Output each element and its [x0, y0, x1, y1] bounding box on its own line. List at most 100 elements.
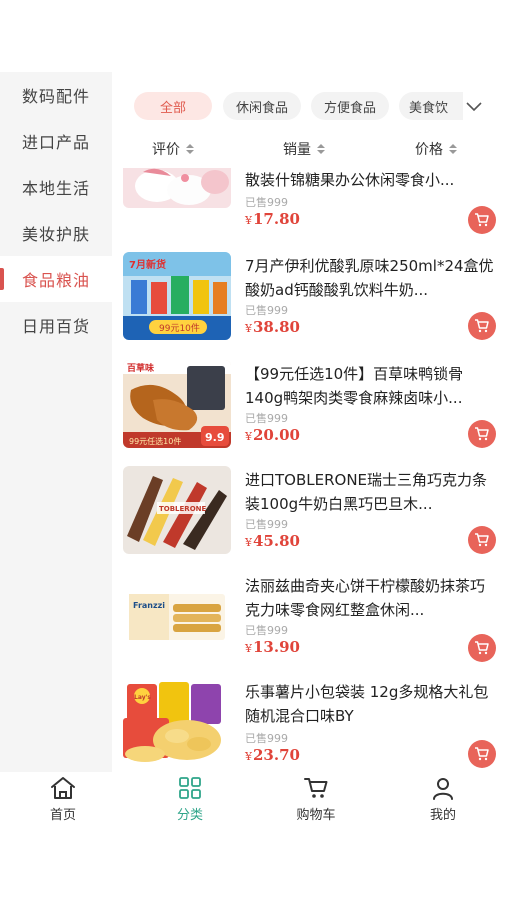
price-value: 23.70	[253, 746, 300, 764]
price-value: 17.80	[253, 210, 300, 228]
price-value: 20.00	[253, 426, 300, 444]
product-item[interactable]: 7月新货 99元10件 7月产伊利优酸乳原味250ml*24盒优酸奶ad钙酸酸乳…	[112, 252, 507, 352]
expand-tabs-button[interactable]	[463, 96, 485, 118]
sidebar-item-label: 本地生活	[21, 179, 90, 198]
sidebar-item-daily-goods[interactable]: 日用百货	[0, 302, 112, 348]
sort-arrows-icon	[317, 143, 325, 155]
price-value: 45.80	[253, 532, 300, 550]
cart-icon	[475, 213, 489, 227]
tab-all[interactable]: 全部	[134, 92, 212, 120]
sidebar-item-imported[interactable]: 进口产品	[0, 118, 112, 164]
product-item[interactable]: TOBLERONE 进口TOBLERONE瑞士三角巧克力条装100g牛奶白黑巧巴…	[112, 466, 507, 566]
add-to-cart-button[interactable]	[468, 634, 496, 662]
sidebar-item-food[interactable]: 食品粮油	[0, 256, 112, 302]
product-title: 进口TOBLERONE瑞士三角巧克力条装100g牛奶白黑巧巴旦木...	[245, 471, 488, 513]
cart-icon	[475, 641, 489, 655]
tab-label: 首页	[49, 808, 76, 823]
sidebar-item-digital[interactable]: 数码配件	[0, 72, 112, 118]
product-title: 散装什锦糖果办公休闲零食小...	[245, 171, 455, 189]
product-image-candy	[123, 168, 231, 208]
sidebar-item-label: 食品粮油	[21, 271, 90, 290]
sort-by-rating[interactable]: 评价	[152, 139, 194, 159]
yili-tag-text: 7月新货	[129, 258, 166, 271]
product-item[interactable]: Franzzi 法丽兹曲奇夹心饼干柠檬酸奶抹茶巧克力味零食网红整盒休闲... 已…	[112, 572, 507, 672]
add-to-cart-button[interactable]	[468, 206, 496, 234]
add-to-cart-button[interactable]	[468, 740, 496, 768]
sort-label: 评价	[152, 142, 180, 158]
sort-label: 销量	[283, 142, 311, 158]
product-sold-count: 已售999	[245, 732, 288, 745]
tab-category[interactable]: 分类	[145, 776, 235, 823]
product-sold-count: 已售999	[245, 624, 288, 637]
product-image-toblerone: TOBLERONE	[123, 466, 231, 554]
tab-label: 我的	[429, 808, 456, 823]
product-sold-count: 已售999	[245, 196, 288, 209]
currency-symbol: ¥	[245, 214, 252, 227]
baicao-banner-text: 99元任选10件	[129, 436, 181, 446]
baicao-brand-text: 百草味	[127, 362, 154, 374]
currency-symbol: ¥	[245, 536, 252, 549]
sidebar-item-label: 数码配件	[21, 87, 90, 106]
product-price: ¥17.80	[245, 210, 300, 228]
add-to-cart-button[interactable]	[468, 420, 496, 448]
baicao-price-tag: 9.9	[205, 431, 225, 444]
tab-food-drink[interactable]: 美食饮	[399, 92, 463, 120]
sort-by-sales[interactable]: 销量	[283, 139, 325, 159]
product-title: 法丽兹曲奇夹心饼干柠檬酸奶抹茶巧克力味零食网红整盒休闲...	[245, 577, 486, 619]
tab-profile[interactable]: 我的	[398, 776, 488, 823]
product-sold-count: 已售999	[245, 412, 288, 425]
cart-icon	[475, 319, 489, 333]
tab-convenience-food[interactable]: 方便食品	[311, 92, 389, 120]
currency-symbol: ¥	[245, 642, 252, 655]
bottom-tab-bar: 首页 分类 购物车 我的	[0, 772, 507, 836]
product-price: ¥23.70	[245, 746, 300, 764]
home-icon	[51, 777, 75, 799]
sort-arrows-icon	[449, 143, 457, 155]
lays-logo-text: Lay's	[134, 694, 151, 701]
product-title: 7月产伊利优酸乳原味250ml*24盒优酸奶ad钙酸酸乳饮料牛奶...	[245, 257, 494, 299]
cart-icon	[475, 533, 489, 547]
product-item[interactable]: 百草味 99元任选10件 9.9 【99元任选10件】百草味鸭锁骨140g鸭架肉…	[112, 360, 507, 460]
price-value: 13.90	[253, 638, 300, 656]
product-item[interactable]: Lay's 乐事薯片小包袋装 12g多规格大礼包随机混合口味BY 已售999 ¥…	[112, 678, 507, 772]
product-price: ¥20.00	[245, 426, 300, 444]
category-sidebar: 数码配件 进口产品 本地生活 美妆护肤 食品粮油 日用百货	[0, 72, 112, 772]
product-title: 【99元任选10件】百草味鸭锁骨140g鸭架肉类零食麻辣卤味小...	[245, 365, 464, 407]
currency-symbol: ¥	[245, 322, 252, 335]
tab-label: 购物车	[296, 808, 336, 823]
sidebar-item-beauty[interactable]: 美妆护肤	[0, 210, 112, 256]
tab-cart[interactable]: 购物车	[271, 776, 361, 823]
cart-icon	[475, 427, 489, 441]
product-image-yili-yogurt: 7月新货 99元10件	[123, 252, 231, 340]
sidebar-item-local-life[interactable]: 本地生活	[0, 164, 112, 210]
user-icon	[433, 778, 453, 800]
product-price: ¥45.80	[245, 532, 300, 550]
cart-icon	[475, 747, 489, 761]
tab-snacks[interactable]: 休闲食品	[223, 92, 301, 120]
product-list: 散装什锦糖果办公休闲零食小... 已售999 ¥17.80 7月新货 99元10…	[112, 168, 507, 772]
franzzi-logo-text: Franzzi	[133, 601, 165, 610]
sort-arrows-icon	[186, 143, 194, 155]
price-value: 38.80	[253, 318, 300, 336]
category-icon	[179, 777, 201, 799]
sidebar-item-label: 美妆护肤	[21, 225, 90, 244]
add-to-cart-button[interactable]	[468, 526, 496, 554]
add-to-cart-button[interactable]	[468, 312, 496, 340]
product-price: ¥38.80	[245, 318, 300, 336]
chevron-down-icon	[466, 102, 482, 112]
product-image-duck-neck: 百草味 99元任选10件 9.9	[123, 360, 231, 448]
toblerone-logo-text: TOBLERONE	[159, 505, 207, 513]
product-price: ¥13.90	[245, 638, 300, 656]
currency-symbol: ¥	[245, 750, 252, 763]
sort-bar: 评价 销量 价格	[122, 139, 507, 165]
product-title: 乐事薯片小包袋装 12g多规格大礼包随机混合口味BY	[245, 683, 489, 725]
tab-label: 分类	[176, 808, 203, 823]
product-image-lays-chips: Lay's	[123, 678, 231, 766]
sort-by-price[interactable]: 价格	[415, 139, 457, 159]
sidebar-item-label: 日用百货	[21, 317, 90, 336]
tab-home[interactable]: 首页	[18, 776, 108, 823]
subcategory-tabs: 全部 休闲食品 方便食品 美食饮	[122, 92, 507, 124]
product-sold-count: 已售999	[245, 304, 288, 317]
sort-label: 价格	[415, 142, 443, 158]
product-sold-count: 已售999	[245, 518, 288, 531]
